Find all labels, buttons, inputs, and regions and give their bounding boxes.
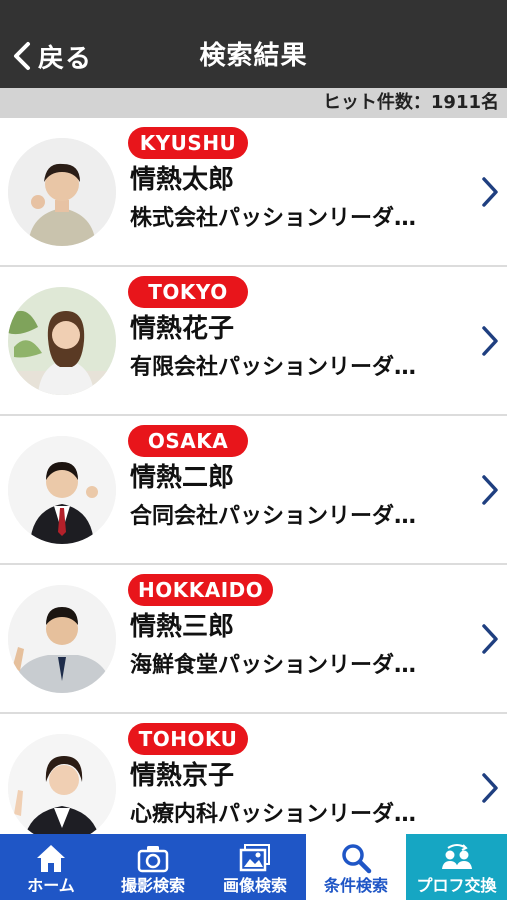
person-name: 情熱花子 xyxy=(130,314,235,344)
person-businessman-photo-icon xyxy=(8,436,116,544)
people-exchange-icon xyxy=(441,844,472,869)
region-badge: OSAKA xyxy=(128,425,248,457)
result-list: KYUSHU 情熱太郎 株式会社パッションリーダ… TOKYO 情熱花子 有限会… xyxy=(0,118,507,834)
region-badge: TOKYO xyxy=(128,276,248,308)
person-pointing-worker-photo-icon xyxy=(8,585,116,693)
tab-bar: ホーム 撮影検索 画像検索 条件検索 プロフ交換 xyxy=(0,834,507,900)
tab-label: プロフ交換 xyxy=(416,876,497,895)
result-row[interactable]: OSAKA 情熱二郎 合同会社パッションリーダ… xyxy=(0,416,507,565)
region-badge: TOHOKU xyxy=(128,723,248,755)
region-badge: HOKKAIDO xyxy=(128,574,274,606)
page-title: 検索結果 xyxy=(199,41,308,71)
result-count: ヒット件数：1911名 xyxy=(0,88,507,118)
person-name: 情熱二郎 xyxy=(130,463,235,493)
chevron-right-icon xyxy=(482,773,498,803)
home-icon xyxy=(37,845,65,872)
avatar xyxy=(8,138,116,246)
person-office-woman-photo-icon xyxy=(8,287,116,395)
tab-home[interactable]: ホーム xyxy=(0,834,102,900)
avatar xyxy=(8,287,116,395)
tab-profile-exchange[interactable]: プロフ交換 xyxy=(406,834,507,900)
result-row[interactable]: TOKYO 情熱花子 有限会社パッションリーダ… xyxy=(0,267,507,416)
tab-image-search[interactable]: 画像検索 xyxy=(204,834,306,900)
navigation-bar: 戻る 検索結果 xyxy=(0,0,507,88)
chevron-right-icon xyxy=(482,475,498,505)
search-icon xyxy=(342,844,372,874)
region-badge: KYUSHU xyxy=(128,127,248,159)
result-row[interactable]: HOKKAIDO 情熱三郎 海鮮食堂パッションリーダ… xyxy=(0,565,507,714)
person-name: 情熱太郎 xyxy=(130,165,235,195)
image-icon xyxy=(239,844,270,872)
tab-label: 画像検索 xyxy=(222,876,287,895)
company-name: 合同会社パッションリーダ… xyxy=(130,504,417,529)
chevron-right-icon xyxy=(482,326,498,356)
person-worker-photo-icon xyxy=(8,138,116,246)
tab-camera-search[interactable]: 撮影検索 xyxy=(102,834,204,900)
company-name: 海鮮食堂パッションリーダ… xyxy=(130,653,417,678)
chevron-right-icon xyxy=(482,177,498,207)
tab-condition-search[interactable]: 条件検索 xyxy=(306,834,406,900)
person-name: 情熱三郎 xyxy=(130,612,235,642)
company-name: 心療内科パッションリーダ… xyxy=(130,802,417,827)
company-name: 株式会社パッションリーダ… xyxy=(130,206,417,231)
tab-label: 撮影検索 xyxy=(120,876,185,895)
person-businesswoman-photo-icon xyxy=(8,734,116,834)
person-name: 情熱京子 xyxy=(130,761,235,791)
chevron-right-icon xyxy=(482,624,498,654)
tab-label: ホーム xyxy=(27,876,75,895)
company-name: 有限会社パッションリーダ… xyxy=(130,355,417,380)
avatar xyxy=(8,585,116,693)
camera-icon xyxy=(137,846,169,873)
result-row[interactable]: TOHOKU 情熱京子 心療内科パッションリーダ… xyxy=(0,714,507,834)
result-row[interactable]: KYUSHU 情熱太郎 株式会社パッションリーダ… xyxy=(0,118,507,267)
tab-label: 条件検索 xyxy=(323,876,388,895)
avatar xyxy=(8,734,116,834)
avatar xyxy=(8,436,116,544)
